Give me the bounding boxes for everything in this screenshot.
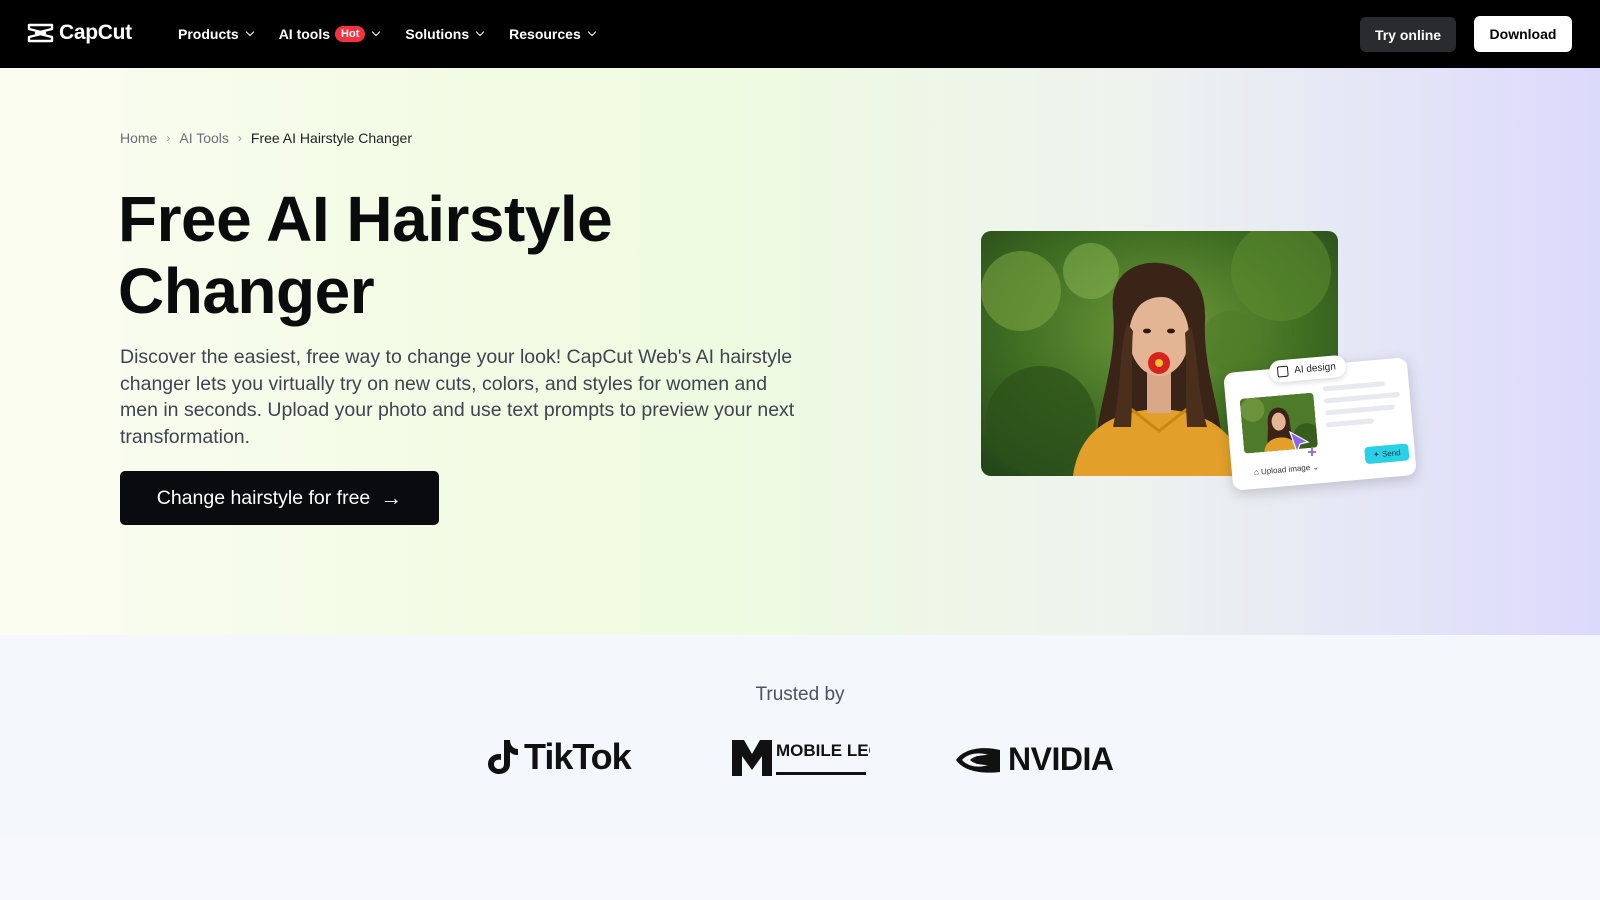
upload-image-option[interactable]: ⌂ Upload image ⌄ — [1254, 462, 1320, 477]
nav-products[interactable]: Products — [178, 26, 254, 42]
chevron-down-icon — [372, 27, 381, 37]
nav-solutions[interactable]: Solutions — [405, 26, 485, 42]
chevron-down-icon — [245, 27, 254, 37]
nvidia-eye-icon — [956, 747, 1000, 773]
chevron-down-icon — [587, 27, 596, 37]
upload-icon: ⌂ — [1253, 467, 1260, 477]
hot-badge: Hot — [335, 26, 366, 42]
nav-resources-label: Resources — [509, 26, 581, 42]
hero-section: Home › AI Tools › Free AI Hairstyle Chan… — [0, 68, 1600, 635]
image-icon — [1276, 365, 1289, 378]
trusted-by-label: Trusted by — [755, 684, 845, 705]
send-label: Send — [1381, 448, 1402, 459]
nav-ai-tools-label: AI tools — [278, 26, 331, 42]
tiktok-logo: TikTok — [486, 736, 632, 778]
breadcrumb-home[interactable]: Home — [120, 130, 157, 146]
mobile-legends-logo: MOBILE LEGENDS — [732, 740, 870, 776]
nvidia-wordmark: NVIDIA — [1008, 741, 1114, 777]
arrow-right-icon: → — [380, 485, 403, 510]
chevron-down-icon: ⌄ — [1312, 462, 1320, 472]
nav-ai-tools[interactable]: AI tools Hot — [278, 26, 381, 42]
trusted-by-section: Trusted by TikTok MOBILE LEGENDS NVIDIA — [0, 635, 1600, 837]
next-section-start — [0, 837, 1600, 900]
placeholder-line — [1322, 381, 1385, 392]
top-navbar: CapCut Products AI tools Hot Solutions R… — [0, 0, 1600, 68]
capcut-logo-icon — [27, 23, 54, 43]
tiktok-icon — [488, 740, 518, 774]
upload-image-label: Upload image — [1260, 463, 1311, 477]
chevron-right-icon: › — [237, 131, 242, 145]
try-online-button[interactable]: Try online — [1360, 17, 1456, 52]
chevron-right-icon: › — [166, 131, 171, 145]
chevron-down-icon — [475, 27, 485, 37]
breadcrumb-current: Free AI Hairstyle Changer — [250, 130, 412, 146]
breadcrumb: Home › AI Tools › Free AI Hairstyle Chan… — [120, 130, 412, 146]
nvidia-logo: NVIDIA — [954, 741, 1114, 778]
main-nav: Products AI tools Hot Solutions Resource… — [178, 0, 621, 68]
change-hairstyle-button[interactable]: Change hairstyle for free → — [120, 471, 439, 525]
mobile-legends-wordmark: MOBILE LEGENDS — [776, 741, 870, 760]
send-button[interactable]: ✦ Send — [1364, 443, 1410, 465]
ai-design-label: AI design — [1293, 360, 1337, 376]
page-title: Free AI Hairstyle Changer — [118, 183, 613, 327]
placeholder-line — [1324, 404, 1396, 416]
nav-products-label: Products — [178, 26, 239, 42]
placeholder-line — [1323, 391, 1400, 404]
nav-solutions-label: Solutions — [405, 26, 470, 42]
nav-resources[interactable]: Resources — [509, 26, 596, 42]
ai-design-card: AI design ⌂ Upload image ⌄ ✦ Send — [1223, 354, 1417, 491]
breadcrumb-ai-tools[interactable]: AI Tools — [179, 130, 229, 146]
brand-name: CapCut — [59, 21, 132, 44]
hero-description: Discover the easiest, free way to change… — [120, 346, 795, 448]
tiktok-wordmark: TikTok — [524, 736, 632, 777]
download-button[interactable]: Download — [1474, 16, 1572, 52]
cursor-plus-icon — [1288, 430, 1316, 456]
cta-label: Change hairstyle for free — [156, 486, 371, 509]
capcut-logo[interactable]: CapCut — [27, 21, 132, 45]
placeholder-line — [1325, 418, 1375, 428]
